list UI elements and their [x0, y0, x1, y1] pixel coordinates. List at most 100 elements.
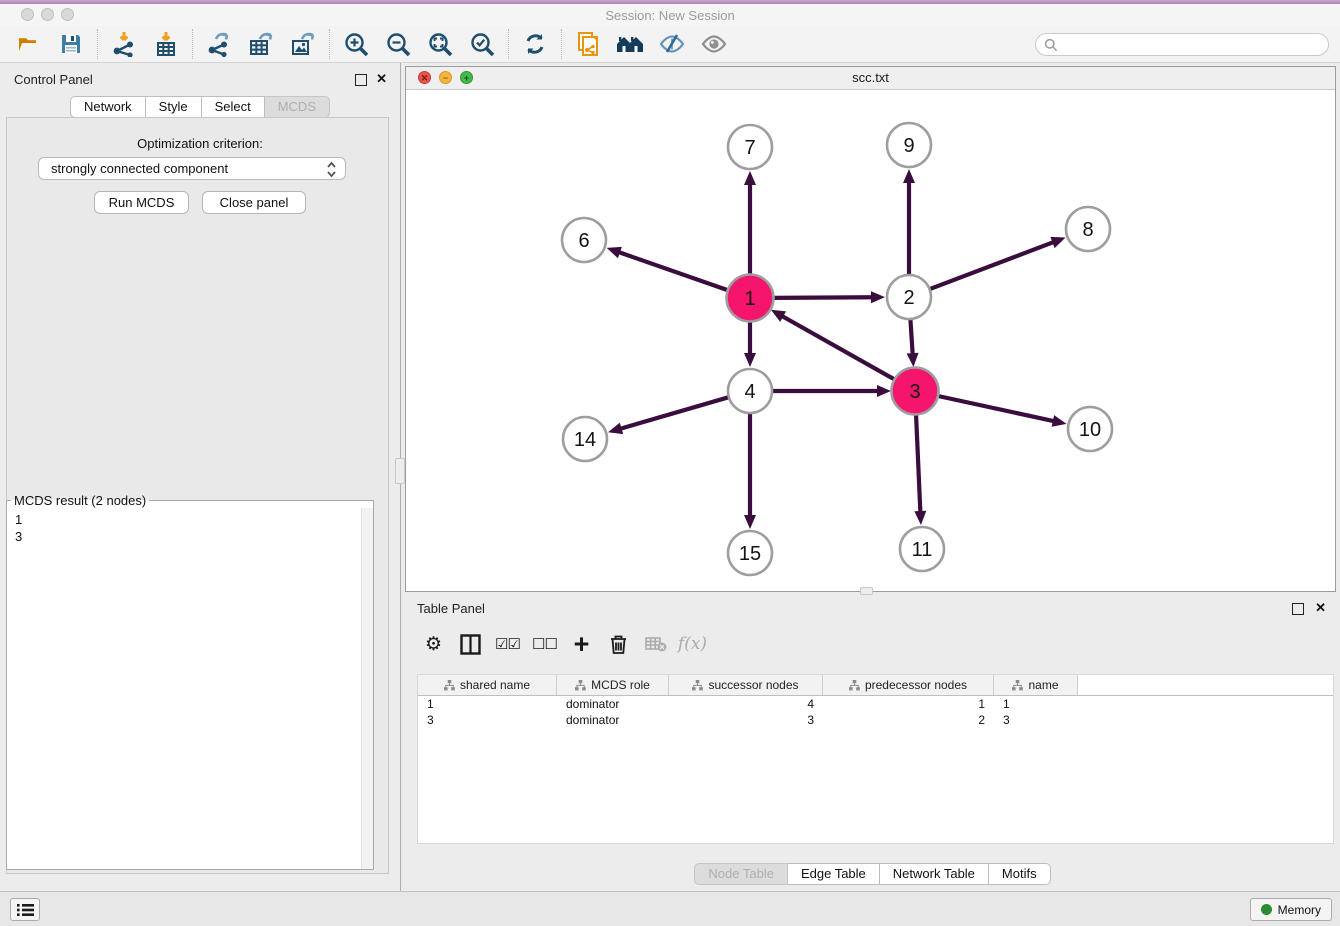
export-network-icon[interactable] [198, 28, 240, 60]
edge-arrowhead [608, 423, 623, 435]
network-window-titlebar[interactable]: ✕ − + scc.txt [406, 67, 1335, 90]
table-panel-title: Table Panel [417, 601, 485, 616]
memory-button[interactable]: Memory [1250, 898, 1332, 921]
close-panel-button[interactable]: Close panel [202, 191, 306, 214]
result-scrollbar[interactable] [361, 508, 373, 869]
column-header-name[interactable]: name [994, 675, 1078, 695]
control-panel: Control Panel ✕ NetworkStyleSelectMCDS O… [0, 63, 401, 891]
zoom-out-icon[interactable] [377, 28, 419, 60]
edge-arrowhead [744, 171, 756, 185]
cell[interactable]: 3 [994, 712, 1078, 728]
hide-graphics-details-icon[interactable] [651, 28, 693, 60]
delete-columns-icon[interactable] [600, 628, 637, 660]
cell[interactable]: 3 [418, 712, 557, 728]
zoom-in-icon[interactable] [335, 28, 377, 60]
criterion-dropdown[interactable]: strongly connected component [38, 157, 346, 180]
cell[interactable]: dominator [557, 696, 669, 712]
toggle-column-panel-icon[interactable] [452, 628, 489, 660]
cell[interactable]: 1 [823, 696, 994, 712]
list-icon [17, 903, 34, 917]
table-row[interactable]: 1dominator411 [418, 696, 1333, 712]
zoom-fit-icon[interactable] [419, 28, 461, 60]
table-toolbar: ⚙ ☑☑ ☐☐ + f(x) [415, 626, 711, 662]
tab-mcds[interactable]: MCDS [265, 96, 330, 118]
table-settings-gear-icon[interactable]: ⚙ [415, 628, 452, 660]
save-session-icon[interactable] [50, 28, 92, 60]
edge-3-1[interactable] [780, 315, 894, 380]
float-table-panel-icon[interactable] [1292, 603, 1304, 615]
edge-4-14[interactable] [619, 397, 728, 429]
edge-3-11[interactable] [916, 414, 920, 514]
edge-1-2[interactable] [773, 297, 874, 298]
node-label-14: 14 [574, 429, 596, 451]
memory-status-icon [1261, 904, 1272, 915]
show-graphics-details-icon[interactable] [693, 28, 735, 60]
edge-2-3[interactable] [910, 320, 912, 356]
vertical-splitter-grip[interactable] [395, 458, 405, 484]
delete-table-icon [637, 628, 674, 660]
unselect-all-columns-icon[interactable]: ☐☐ [526, 628, 563, 660]
tab-motifs[interactable]: Motifs [989, 863, 1051, 885]
node-table[interactable]: shared nameMCDS rolesuccessor nodesprede… [417, 674, 1334, 844]
export-image-icon[interactable] [282, 28, 324, 60]
cell[interactable]: 4 [669, 696, 823, 712]
node-label-2: 2 [903, 287, 914, 309]
zoom-selected-icon[interactable] [461, 28, 503, 60]
edge-1-6[interactable] [617, 252, 728, 291]
cell[interactable]: 3 [669, 712, 823, 728]
export-table-icon[interactable] [240, 28, 282, 60]
status-bar: Memory [0, 891, 1340, 926]
table-header-row: shared nameMCDS rolesuccessor nodesprede… [418, 675, 1333, 696]
add-column-icon[interactable]: + [563, 628, 600, 660]
mcds-result-box: MCDS result (2 nodes) 13 [6, 493, 374, 870]
tab-node-table[interactable]: Node Table [694, 863, 788, 885]
cell[interactable]: 2 [823, 712, 994, 728]
tab-select[interactable]: Select [202, 96, 265, 118]
float-panel-icon[interactable] [355, 74, 367, 86]
column-header-successor-nodes[interactable]: successor nodes [669, 675, 823, 695]
search-box[interactable] [1035, 33, 1329, 56]
search-input[interactable] [1058, 35, 1328, 55]
search-icon [1044, 38, 1058, 52]
mcds-result-lines[interactable]: 13 [7, 508, 362, 869]
edge-arrowhead [903, 169, 915, 183]
import-network-icon[interactable] [103, 28, 145, 60]
tab-network[interactable]: Network [70, 96, 146, 118]
column-header-shared-name[interactable]: shared name [418, 675, 557, 695]
tab-edge-table[interactable]: Edge Table [788, 863, 880, 885]
table-row[interactable]: 3dominator323 [418, 712, 1333, 728]
copy-network-icon[interactable] [567, 28, 609, 60]
horizontal-splitter-grip[interactable] [860, 587, 873, 595]
window-title: Session: New Session [0, 8, 1340, 23]
open-session-icon[interactable] [8, 28, 50, 60]
close-panel-icon[interactable]: ✕ [376, 71, 387, 87]
node-label-6: 6 [578, 230, 589, 252]
tab-network-table[interactable]: Network Table [880, 863, 989, 885]
memory-label: Memory [1278, 903, 1321, 917]
mcds-result-line: 1 [15, 511, 362, 528]
edge-arrowhead [907, 353, 919, 367]
select-all-columns-icon[interactable]: ☑☑ [489, 628, 526, 660]
column-header-MCDS-role[interactable]: MCDS role [557, 675, 669, 695]
import-table-icon[interactable] [145, 28, 187, 60]
control-panel-tabs: NetworkStyleSelectMCDS [0, 96, 400, 118]
cell[interactable]: 1 [418, 696, 557, 712]
network-canvas[interactable]: 7968124314101511 [406, 89, 1335, 591]
node-label-4: 4 [744, 381, 755, 403]
column-header-predecessor-nodes[interactable]: predecessor nodes [823, 675, 994, 695]
edge-3-10[interactable] [937, 396, 1055, 422]
network-graph: 7968124314101511 [406, 89, 1335, 592]
houses-icon[interactable] [609, 28, 651, 60]
tab-style[interactable]: Style [146, 96, 202, 118]
dropdown-stepper-icon [326, 161, 337, 178]
edge-arrowhead [877, 385, 891, 397]
network-window-title: scc.txt [406, 70, 1335, 85]
close-table-panel-icon[interactable]: ✕ [1315, 600, 1326, 616]
task-history-button[interactable] [10, 898, 40, 921]
refresh-layout-icon[interactable] [514, 28, 556, 60]
cell[interactable]: dominator [557, 712, 669, 728]
run-mcds-button[interactable]: Run MCDS [94, 191, 189, 214]
table-tabs: Node TableEdge TableNetwork TableMotifs [405, 863, 1340, 885]
edge-2-8[interactable] [931, 241, 1056, 288]
cell[interactable]: 1 [994, 696, 1078, 712]
